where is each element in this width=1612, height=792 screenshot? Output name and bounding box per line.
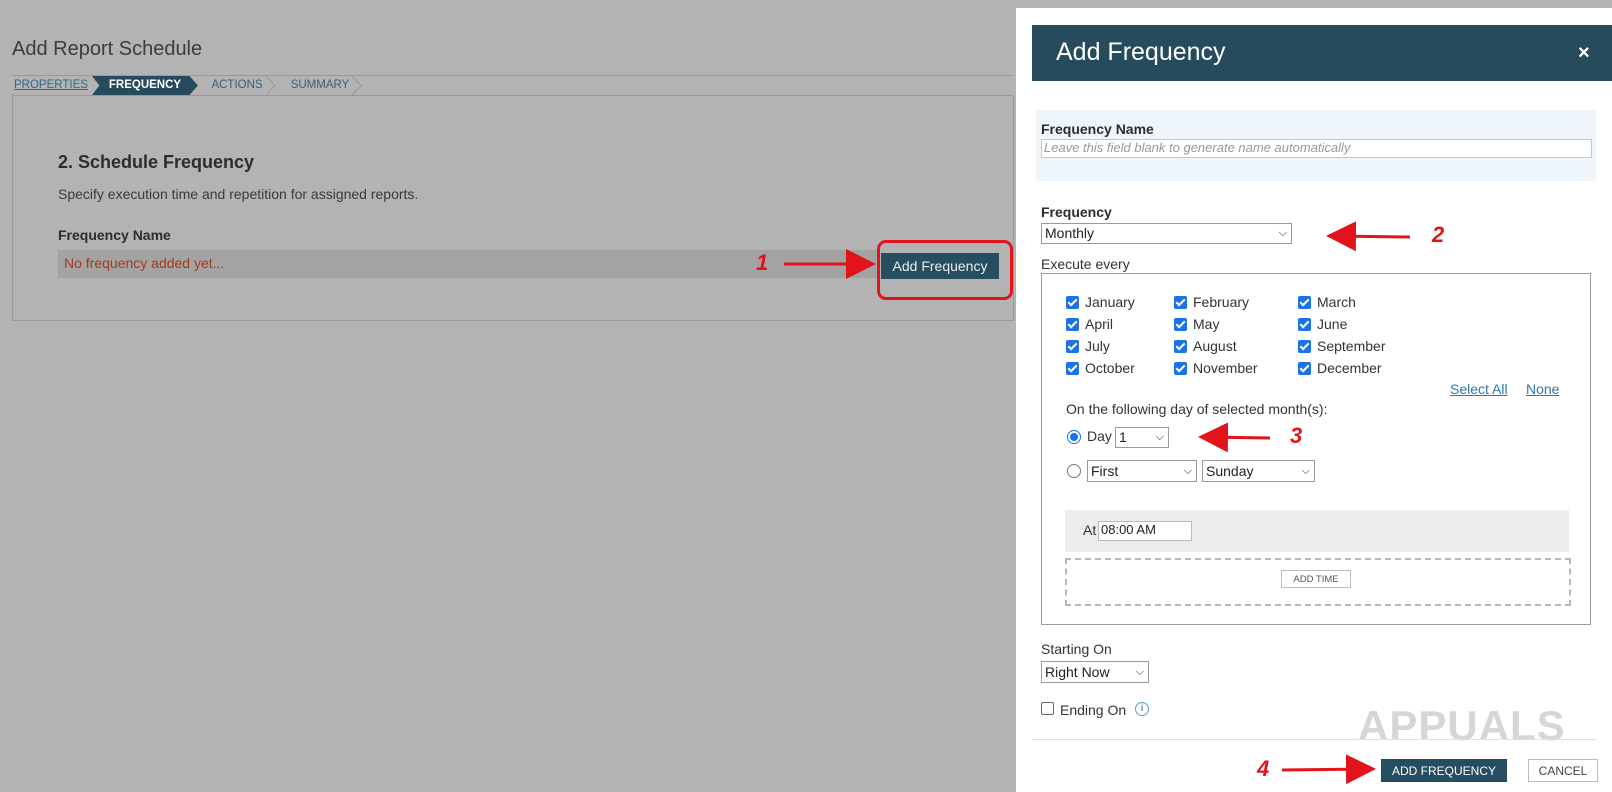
annotation-arrows — [784, 221, 1411, 785]
annotation-number-1: 1 — [756, 250, 769, 275]
annotation-number-2: 2 — [1432, 222, 1445, 247]
annotation-arrow-2 — [1326, 221, 1411, 252]
annotation-arrow-3 — [1198, 422, 1271, 453]
annotation-number-4: 4 — [1257, 756, 1270, 781]
annotation-number-3: 3 — [1290, 423, 1303, 448]
annotation-arrow-4 — [1281, 754, 1376, 785]
